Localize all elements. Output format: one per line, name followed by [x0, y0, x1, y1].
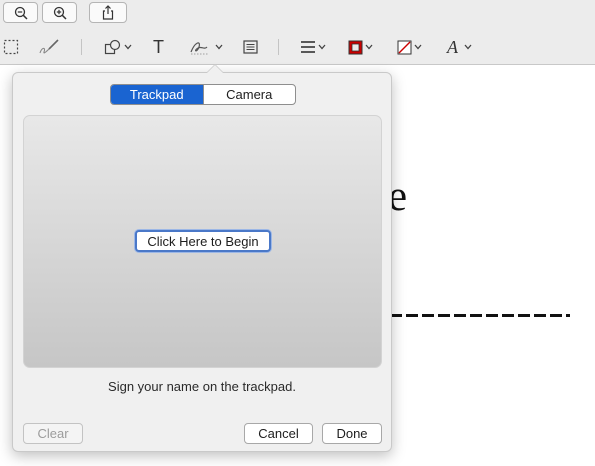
border-color-icon — [348, 40, 363, 54]
zoom-out-button[interactable] — [3, 2, 38, 23]
markup-toolbar: T A — [0, 28, 595, 65]
click-to-begin-button[interactable]: Click Here to Begin — [135, 230, 271, 252]
chevron-down-icon — [215, 44, 223, 50]
tab-camera[interactable]: Camera — [202, 85, 296, 104]
note-tool[interactable] — [243, 36, 258, 58]
sketch-tool[interactable] — [38, 36, 60, 58]
clear-button[interactable]: Clear — [23, 423, 83, 444]
done-button[interactable]: Done — [322, 423, 382, 444]
selection-tool[interactable] — [3, 36, 19, 58]
chevron-down-icon — [124, 44, 132, 50]
chevron-down-icon — [318, 44, 326, 50]
trackpad-signature-area[interactable]: Click Here to Begin — [23, 115, 382, 368]
zoom-in-button[interactable] — [42, 2, 77, 23]
share-icon — [102, 5, 114, 20]
share-button[interactable] — [89, 2, 127, 23]
signature-popover: Trackpad Camera Click Here to Begin Sign… — [12, 64, 392, 452]
shapes-icon — [104, 39, 121, 55]
text-style-icon: A — [447, 36, 458, 57]
border-color-tool[interactable] — [348, 36, 373, 58]
chevron-down-icon — [464, 44, 472, 50]
line-style-icon — [301, 41, 315, 53]
text-style-tool[interactable]: A — [447, 36, 472, 58]
shape-style-tool[interactable] — [300, 36, 326, 58]
sign-tool[interactable] — [189, 36, 223, 58]
signature-line — [390, 314, 570, 317]
chevron-down-icon — [414, 44, 422, 50]
toolbar-separator — [81, 39, 82, 55]
text-tool[interactable]: T — [153, 36, 164, 58]
note-icon — [243, 40, 258, 54]
tab-trackpad[interactable]: Trackpad — [111, 85, 203, 104]
capture-source-tabs: Trackpad Camera — [110, 84, 296, 105]
chevron-down-icon — [365, 44, 373, 50]
signature-icon — [190, 42, 209, 55]
zoom-in-icon — [53, 6, 67, 20]
sketch-pen-icon — [39, 39, 59, 54]
text-icon: T — [153, 36, 164, 57]
popover-arrow-inner — [207, 65, 223, 73]
top-toolbar — [0, 0, 595, 28]
rectangular-selection-icon — [3, 39, 19, 55]
cancel-button[interactable]: Cancel — [244, 423, 313, 444]
fill-color-icon — [397, 40, 412, 54]
fill-color-tool[interactable] — [397, 36, 422, 58]
instruction-text: Sign your name on the trackpad. — [108, 379, 296, 394]
toolbar-separator — [278, 39, 279, 55]
zoom-out-icon — [14, 6, 28, 20]
shapes-tool[interactable] — [104, 36, 132, 58]
